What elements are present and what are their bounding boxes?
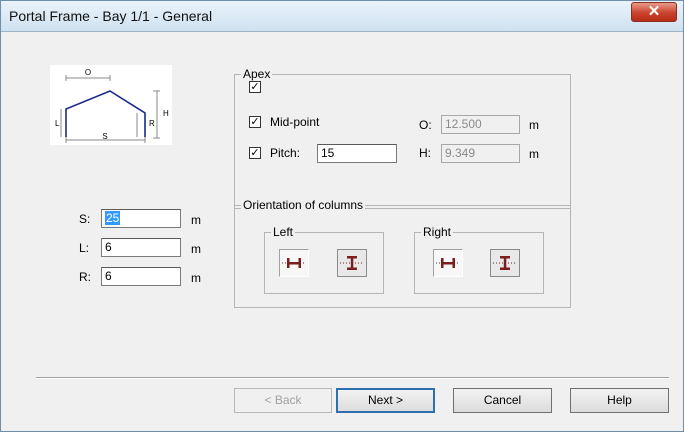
diagram-s-label: S	[102, 132, 107, 141]
left-column-group: Left	[264, 225, 384, 294]
left-weak-axis-button[interactable]	[337, 249, 367, 277]
s-label: S:	[79, 212, 91, 226]
s-input[interactable]: 25	[101, 209, 181, 228]
portal-frame-diagram: O H L R S	[50, 65, 172, 145]
portal-frame-sketch: O H L R S	[55, 68, 169, 143]
r-unit: m	[191, 271, 201, 285]
h-label: H:	[419, 146, 431, 160]
left-strong-axis-button[interactable]	[279, 249, 309, 277]
left-group-title: Left	[271, 225, 296, 239]
dialog-window: Portal Frame - Bay 1/1 - General ✕ O H L	[0, 0, 684, 432]
right-weak-axis-button[interactable]	[490, 249, 520, 277]
help-button[interactable]: Help	[570, 388, 669, 413]
orientation-group: Orientation of columns Left Right	[234, 198, 571, 308]
pitch-checkbox[interactable]: ✓	[249, 147, 261, 159]
diagram-l-label: L	[55, 119, 60, 128]
diagram-o-label: O	[85, 68, 91, 77]
l-unit: m	[191, 242, 201, 256]
right-group-title: Right	[421, 225, 454, 239]
next-button[interactable]: Next >	[336, 388, 435, 413]
right-strong-axis-button[interactable]	[433, 249, 463, 277]
column-weak-axis-icon	[493, 256, 517, 270]
diagram-r-label: R	[149, 119, 155, 128]
r-input[interactable]: 6	[101, 267, 181, 286]
close-button[interactable]: ✕	[631, 2, 677, 22]
dialog-body: O H L R S Apex ✓ ✓ Mid-point ✓ Pitch: 15…	[1, 32, 683, 431]
close-icon: ✕	[647, 3, 661, 20]
r-label: R:	[79, 270, 91, 284]
button-separator	[36, 377, 669, 379]
h-output: 9.349	[441, 144, 520, 163]
column-strong-axis-icon	[436, 258, 460, 268]
s-unit: m	[191, 213, 201, 227]
o-unit: m	[529, 118, 539, 132]
apex-checkbox[interactable]: ✓	[249, 81, 261, 93]
l-input[interactable]: 6	[101, 238, 181, 257]
orientation-group-title: Orientation of columns	[241, 198, 366, 212]
o-label: O:	[419, 118, 432, 132]
midpoint-label[interactable]: Mid-point	[270, 115, 319, 129]
column-strong-axis-icon	[282, 258, 306, 268]
window-title: Portal Frame - Bay 1/1 - General	[9, 8, 213, 24]
pitch-label: Pitch:	[270, 146, 301, 160]
apex-group: Apex ✓ ✓ Mid-point ✓ Pitch: 15 O: 12.500…	[234, 67, 571, 209]
right-column-group: Right	[414, 225, 544, 294]
o-output: 12.500	[441, 115, 520, 134]
title-bar: Portal Frame - Bay 1/1 - General ✕	[1, 1, 683, 32]
l-label: L:	[79, 241, 90, 255]
apex-group-title: Apex	[241, 67, 273, 81]
midpoint-checkbox[interactable]: ✓	[249, 116, 261, 128]
column-weak-axis-icon	[340, 256, 364, 270]
back-button[interactable]: < Back	[234, 388, 332, 413]
cancel-button[interactable]: Cancel	[453, 388, 552, 413]
s-input-value: 25	[105, 211, 121, 225]
h-unit: m	[529, 147, 539, 161]
pitch-input[interactable]: 15	[317, 144, 397, 163]
diagram-h-label: H	[163, 109, 169, 118]
